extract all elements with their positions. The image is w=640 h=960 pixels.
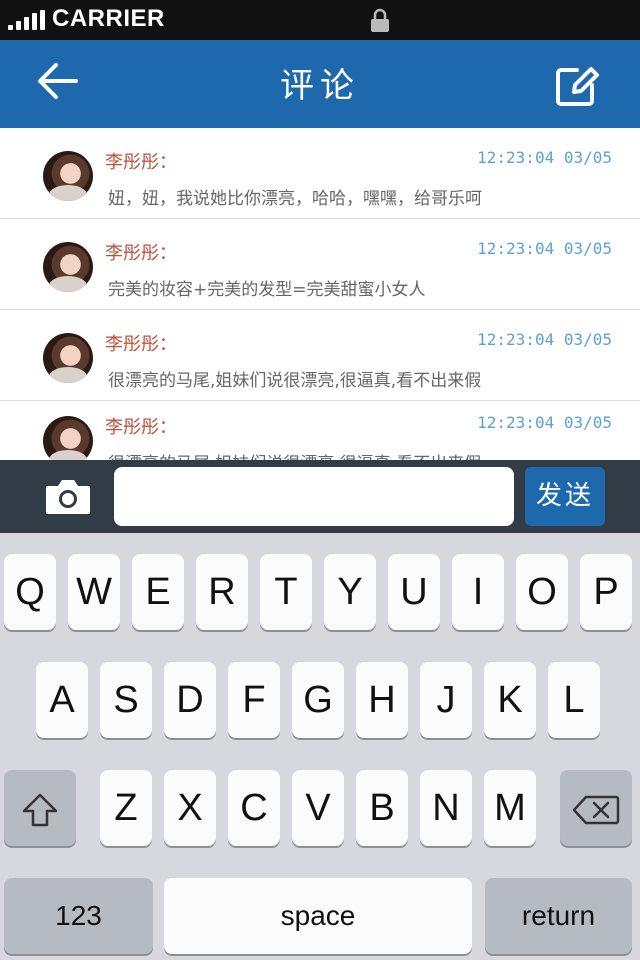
key-j[interactable]: J xyxy=(420,662,472,738)
key-t[interactable]: T xyxy=(260,554,312,630)
key-p[interactable]: P xyxy=(580,554,632,630)
comment-time: 12:23:04 03/05 xyxy=(477,239,612,258)
page-title: 评论 xyxy=(280,66,360,106)
key-r[interactable]: R xyxy=(196,554,248,630)
shift-icon xyxy=(22,793,58,827)
key-z[interactable]: Z xyxy=(100,770,152,846)
lock-icon xyxy=(371,8,389,32)
space-key[interactable]: space xyxy=(164,878,472,954)
keyboard: Q W E R T Y U I O P A S D F G H J K L Z … xyxy=(0,533,640,960)
header: 评论 xyxy=(0,40,640,128)
comment-author: 李彤彤： xyxy=(105,334,177,355)
key-g[interactable]: G xyxy=(292,662,344,738)
key-i[interactable]: I xyxy=(452,554,504,630)
comment-time: 12:23:04 03/05 xyxy=(477,413,612,432)
key-h[interactable]: H xyxy=(356,662,408,738)
status-bar: CARRIER xyxy=(0,0,640,40)
key-e[interactable]: E xyxy=(132,554,184,630)
comment-item[interactable]: 李彤彤： 12:23:04 03/05 很漂亮的马尾,姐妹们说很漂亮,很逼真,看… xyxy=(0,401,640,460)
composer-bar: 发送 xyxy=(0,460,640,533)
avatar xyxy=(43,333,93,383)
avatar xyxy=(43,242,93,292)
key-x[interactable]: X xyxy=(164,770,216,846)
key-m[interactable]: M xyxy=(484,770,536,846)
return-key[interactable]: return xyxy=(485,878,632,954)
comment-text: 很漂亮的马尾,姐妹们说很漂亮,很逼真,看不出来假 xyxy=(108,449,481,460)
comment-author: 李彤彤： xyxy=(105,152,177,173)
shift-key[interactable] xyxy=(4,770,76,846)
key-f[interactable]: F xyxy=(228,662,280,738)
key-o[interactable]: O xyxy=(516,554,568,630)
key-a[interactable]: A xyxy=(36,662,88,738)
comment-input[interactable] xyxy=(114,467,514,526)
comment-author: 李彤彤： xyxy=(105,417,177,438)
arrow-left-icon[interactable] xyxy=(28,58,88,108)
camera-icon[interactable] xyxy=(44,476,92,516)
key-q[interactable]: Q xyxy=(4,554,56,630)
key-l[interactable]: L xyxy=(548,662,600,738)
comment-item[interactable]: 李彤彤： 12:23:04 03/05 很漂亮的马尾,姐妹们说很漂亮,很逼真,看… xyxy=(0,310,640,401)
key-d[interactable]: D xyxy=(164,662,216,738)
avatar xyxy=(43,416,93,460)
comment-time: 12:23:04 03/05 xyxy=(477,330,612,349)
backspace-icon xyxy=(572,795,620,825)
comment-time: 12:23:04 03/05 xyxy=(477,148,612,167)
comment-text: 很漂亮的马尾,姐妹们说很漂亮,很逼真,看不出来假 xyxy=(108,371,482,391)
send-button[interactable]: 发送 xyxy=(525,467,605,526)
key-s[interactable]: S xyxy=(100,662,152,738)
numbers-key[interactable]: 123 xyxy=(4,878,153,954)
comment-text: 妞，妞，我说她比你漂亮，哈哈，嘿嘿，给哥乐呵 xyxy=(108,189,482,209)
comment-list[interactable]: 李彤彤： 12:23:04 03/05 妞，妞，我说她比你漂亮，哈哈，嘿嘿，给哥… xyxy=(0,128,640,460)
key-u[interactable]: U xyxy=(388,554,440,630)
signal-icon xyxy=(8,10,48,30)
key-b[interactable]: B xyxy=(356,770,408,846)
key-w[interactable]: W xyxy=(68,554,120,630)
edit-icon[interactable] xyxy=(552,62,600,110)
key-n[interactable]: N xyxy=(420,770,472,846)
key-k[interactable]: K xyxy=(484,662,536,738)
key-c[interactable]: C xyxy=(228,770,280,846)
avatar xyxy=(43,151,93,201)
comment-item[interactable]: 李彤彤： 12:23:04 03/05 妞，妞，我说她比你漂亮，哈哈，嘿嘿，给哥… xyxy=(0,128,640,219)
comment-item[interactable]: 李彤彤： 12:23:04 03/05 完美的妆容+完美的发型=完美甜蜜小女人 xyxy=(0,219,640,310)
comment-text: 完美的妆容+完美的发型=完美甜蜜小女人 xyxy=(108,280,426,300)
carrier-label: CARRIER xyxy=(52,5,165,32)
backspace-key[interactable] xyxy=(560,770,632,846)
key-v[interactable]: V xyxy=(292,770,344,846)
key-y[interactable]: Y xyxy=(324,554,376,630)
comment-author: 李彤彤： xyxy=(105,243,177,264)
